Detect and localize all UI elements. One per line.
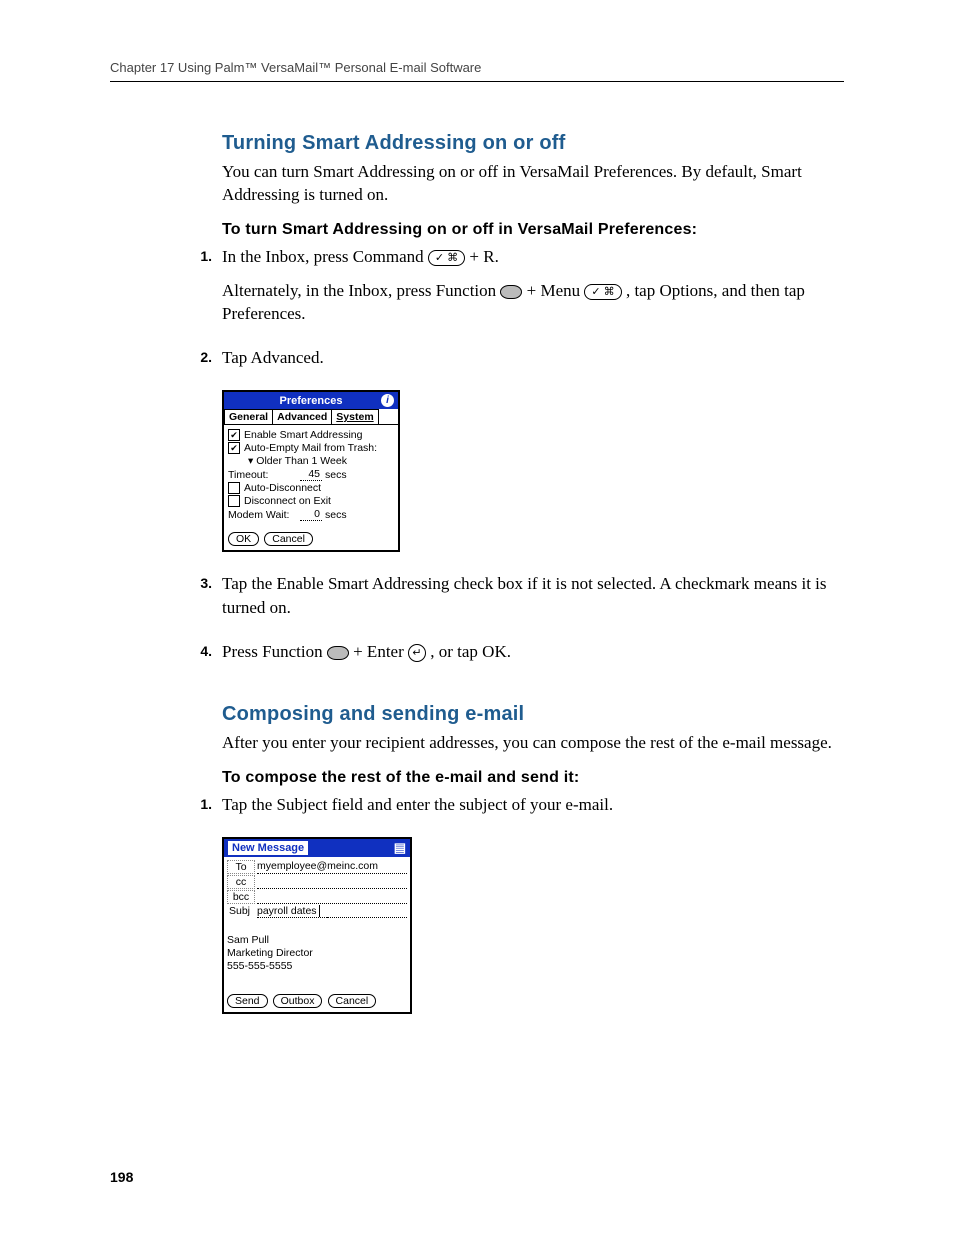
step-number: 1.	[186, 245, 222, 336]
intro-paragraph-2: After you enter your recipient addresses…	[222, 732, 844, 755]
section-title-smart-addressing: Turning Smart Addressing on or off	[222, 132, 844, 155]
cc-field-row[interactable]: cc	[227, 875, 407, 889]
pref-row-auto-empty[interactable]: ✔ Auto-Empty Mail from Trash:	[228, 442, 394, 454]
checkbox-unchecked-icon[interactable]	[228, 482, 240, 494]
subj-label: Subj	[227, 905, 255, 918]
send-button[interactable]: Send	[227, 994, 268, 1008]
unit-label: secs	[325, 469, 347, 481]
function-key-icon	[327, 646, 349, 660]
step-number: 4.	[186, 640, 222, 674]
cc-label: cc	[227, 875, 255, 889]
dropdown-arrow-icon[interactable]: ▾	[248, 455, 253, 467]
new-message-title: New Message	[228, 841, 308, 855]
bcc-input[interactable]	[257, 890, 407, 904]
step-number: 3.	[186, 572, 222, 630]
bcc-field-row[interactable]: bcc	[227, 890, 407, 904]
info-icon[interactable]: i	[381, 394, 394, 407]
bcc-label: bcc	[227, 890, 255, 904]
pref-row-auto-disconnect[interactable]: Auto-Disconnect	[228, 482, 394, 494]
text-fragment: + Enter	[353, 642, 408, 661]
tab-advanced[interactable]: Advanced	[272, 409, 332, 424]
palm-new-message-screenshot: New Message ▤ To myemployee@meinc.com cc…	[222, 837, 412, 1013]
pref-row-timeout: Timeout: 45 secs	[228, 468, 394, 481]
pref-row-disconnect-on-exit[interactable]: Disconnect on Exit	[228, 495, 394, 507]
step-4: Press Function + Enter ↵ , or tap OK.	[222, 640, 844, 664]
pref-label: Timeout:	[228, 469, 300, 481]
command-key-icon: ✓ ⌘	[428, 250, 465, 266]
timeout-input[interactable]: 45	[300, 468, 322, 481]
pref-row-enable-smart-addressing[interactable]: ✔ Enable Smart Addressing	[228, 429, 394, 441]
to-label: To	[227, 860, 255, 874]
pref-label: Disconnect on Exit	[244, 495, 331, 507]
pref-label: Auto-Disconnect	[244, 482, 321, 494]
checkbox-checked-icon[interactable]: ✔	[228, 442, 240, 454]
cancel-button[interactable]: Cancel	[328, 994, 377, 1008]
section-title-composing: Composing and sending e-mail	[222, 703, 844, 726]
palm-title-text: Preferences	[241, 395, 381, 407]
palm-titlebar: Preferences i	[224, 392, 398, 409]
ok-button[interactable]: OK	[228, 532, 259, 546]
compose-step-1: Tap the Subject field and enter the subj…	[222, 793, 844, 817]
procedure-heading-1: To turn Smart Addressing on or off in Ve…	[222, 221, 844, 239]
page-number: 198	[110, 1169, 133, 1185]
tab-general[interactable]: General	[224, 409, 273, 424]
cancel-button[interactable]: Cancel	[264, 532, 313, 546]
pref-label: Modem Wait:	[228, 509, 300, 521]
pref-row-older-than[interactable]: ▾ Older Than 1 Week	[228, 455, 394, 467]
to-field-row[interactable]: To myemployee@meinc.com	[227, 860, 407, 874]
subject-input-rest[interactable]	[327, 905, 407, 918]
step-1-line-2: Alternately, in the Inbox, press Functio…	[222, 279, 844, 327]
pref-label: Auto-Empty Mail from Trash:	[244, 442, 377, 454]
checkbox-checked-icon[interactable]: ✔	[228, 429, 240, 441]
step-2: Tap Advanced.	[222, 346, 844, 370]
sig-name: Sam Pull	[227, 934, 407, 947]
subject-field-row[interactable]: Subj payroll dates	[227, 905, 407, 918]
palm-preferences-screenshot: Preferences i General Advanced System ✔ …	[222, 390, 400, 552]
function-key-icon	[500, 285, 522, 299]
text-fragment: In the Inbox, press Command	[222, 247, 428, 266]
procedure-heading-2: To compose the rest of the e-mail and se…	[222, 769, 844, 787]
text-fragment: Alternately, in the Inbox, press Functio…	[222, 281, 500, 300]
text-fragment: + R.	[469, 247, 498, 266]
unit-label: secs	[325, 509, 347, 521]
pref-label: Enable Smart Addressing	[244, 429, 362, 441]
page-header: Chapter 17 Using Palm™ VersaMail™ Person…	[110, 60, 844, 82]
palm-tabs: General Advanced System	[224, 409, 398, 425]
outbox-button[interactable]: Outbox	[273, 994, 323, 1008]
subject-input[interactable]: payroll dates	[257, 905, 327, 918]
cc-input[interactable]	[257, 875, 407, 889]
tab-system[interactable]: System	[331, 409, 378, 424]
step-3: Tap the Enable Smart Addressing check bo…	[222, 572, 844, 620]
menu-key-icon: ✓ ⌘	[584, 284, 621, 300]
step-number: 2.	[186, 346, 222, 380]
step-1-line-1: In the Inbox, press Command ✓ ⌘ + R.	[222, 245, 844, 269]
text-fragment: + Menu	[527, 281, 585, 300]
text-fragment: , or tap OK.	[430, 642, 511, 661]
sig-title: Marketing Director	[227, 947, 407, 960]
sig-phone: 555-555-5555	[227, 960, 407, 973]
palm-titlebar: New Message ▤	[224, 839, 410, 857]
modem-wait-input[interactable]: 0	[300, 508, 322, 521]
intro-paragraph: You can turn Smart Addressing on or off …	[222, 161, 844, 207]
enter-key-icon: ↵	[408, 644, 426, 662]
step-number: 1.	[186, 793, 222, 827]
pref-label: Older Than 1 Week	[256, 455, 347, 467]
text-fragment: Press Function	[222, 642, 327, 661]
to-input[interactable]: myemployee@meinc.com	[257, 860, 407, 874]
signature-block: Sam Pull Marketing Director 555-555-5555	[227, 934, 407, 973]
pref-row-modem-wait: Modem Wait: 0 secs	[228, 508, 394, 521]
menu-icon[interactable]: ▤	[394, 842, 406, 854]
checkbox-unchecked-icon[interactable]	[228, 495, 240, 507]
